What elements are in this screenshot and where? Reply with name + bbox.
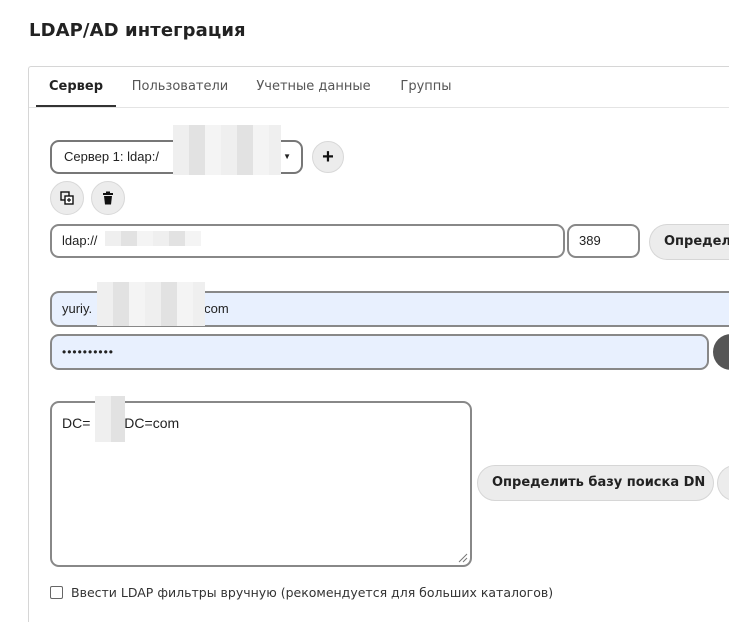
ldap-settings-page: LDAP/AD интеграция Сервер Пользователи У… xyxy=(0,0,729,622)
copy-server-button[interactable] xyxy=(50,181,84,215)
resize-grip-icon[interactable] xyxy=(458,553,468,563)
add-server-button[interactable]: + xyxy=(312,141,344,173)
tab-groups[interactable]: Группы xyxy=(400,79,452,107)
manual-filters-row: Ввести LDAP фильтры вручную (рекомендует… xyxy=(50,583,553,601)
detect-server-button[interactable]: Определи xyxy=(649,224,729,260)
server-url-value: ldap:// xyxy=(62,233,98,248)
tab-server[interactable]: Сервер xyxy=(36,79,116,107)
manual-filters-label[interactable]: Ввести LDAP фильтры вручную (рекомендует… xyxy=(71,585,553,600)
redaction-block xyxy=(105,231,201,246)
username-suffix: com xyxy=(204,301,229,316)
tab-credentials[interactable]: Учетные данные xyxy=(255,79,372,107)
manual-filters-checkbox[interactable] xyxy=(50,585,63,599)
caret-down-icon: ▼ xyxy=(283,152,291,161)
base-dn-suffix: ,DC=com xyxy=(120,415,180,431)
redaction-block xyxy=(95,396,125,442)
detect-base-dn-button[interactable]: Определить базу поиска DN xyxy=(477,465,714,501)
password-input[interactable]: •••••••••• xyxy=(50,334,709,370)
trash-icon xyxy=(103,191,113,205)
redaction-block xyxy=(173,125,281,175)
page-title: LDAP/AD интеграция xyxy=(29,20,246,41)
server-select-value: Сервер 1: ldap:/ xyxy=(64,149,159,164)
username-prefix: yuriy. xyxy=(62,301,93,316)
copy-icon xyxy=(60,191,74,205)
plus-icon: + xyxy=(322,145,334,168)
base-dn-prefix: DC= xyxy=(62,415,91,431)
redaction-block xyxy=(97,282,205,326)
password-value: •••••••••• xyxy=(62,345,115,359)
tab-bar: Сервер Пользователи Учетные данные Групп… xyxy=(29,67,729,108)
tab-users[interactable]: Пользователи xyxy=(131,79,229,107)
port-input[interactable]: 389 xyxy=(567,224,640,258)
delete-server-button[interactable] xyxy=(91,181,125,215)
port-value: 389 xyxy=(579,233,601,248)
